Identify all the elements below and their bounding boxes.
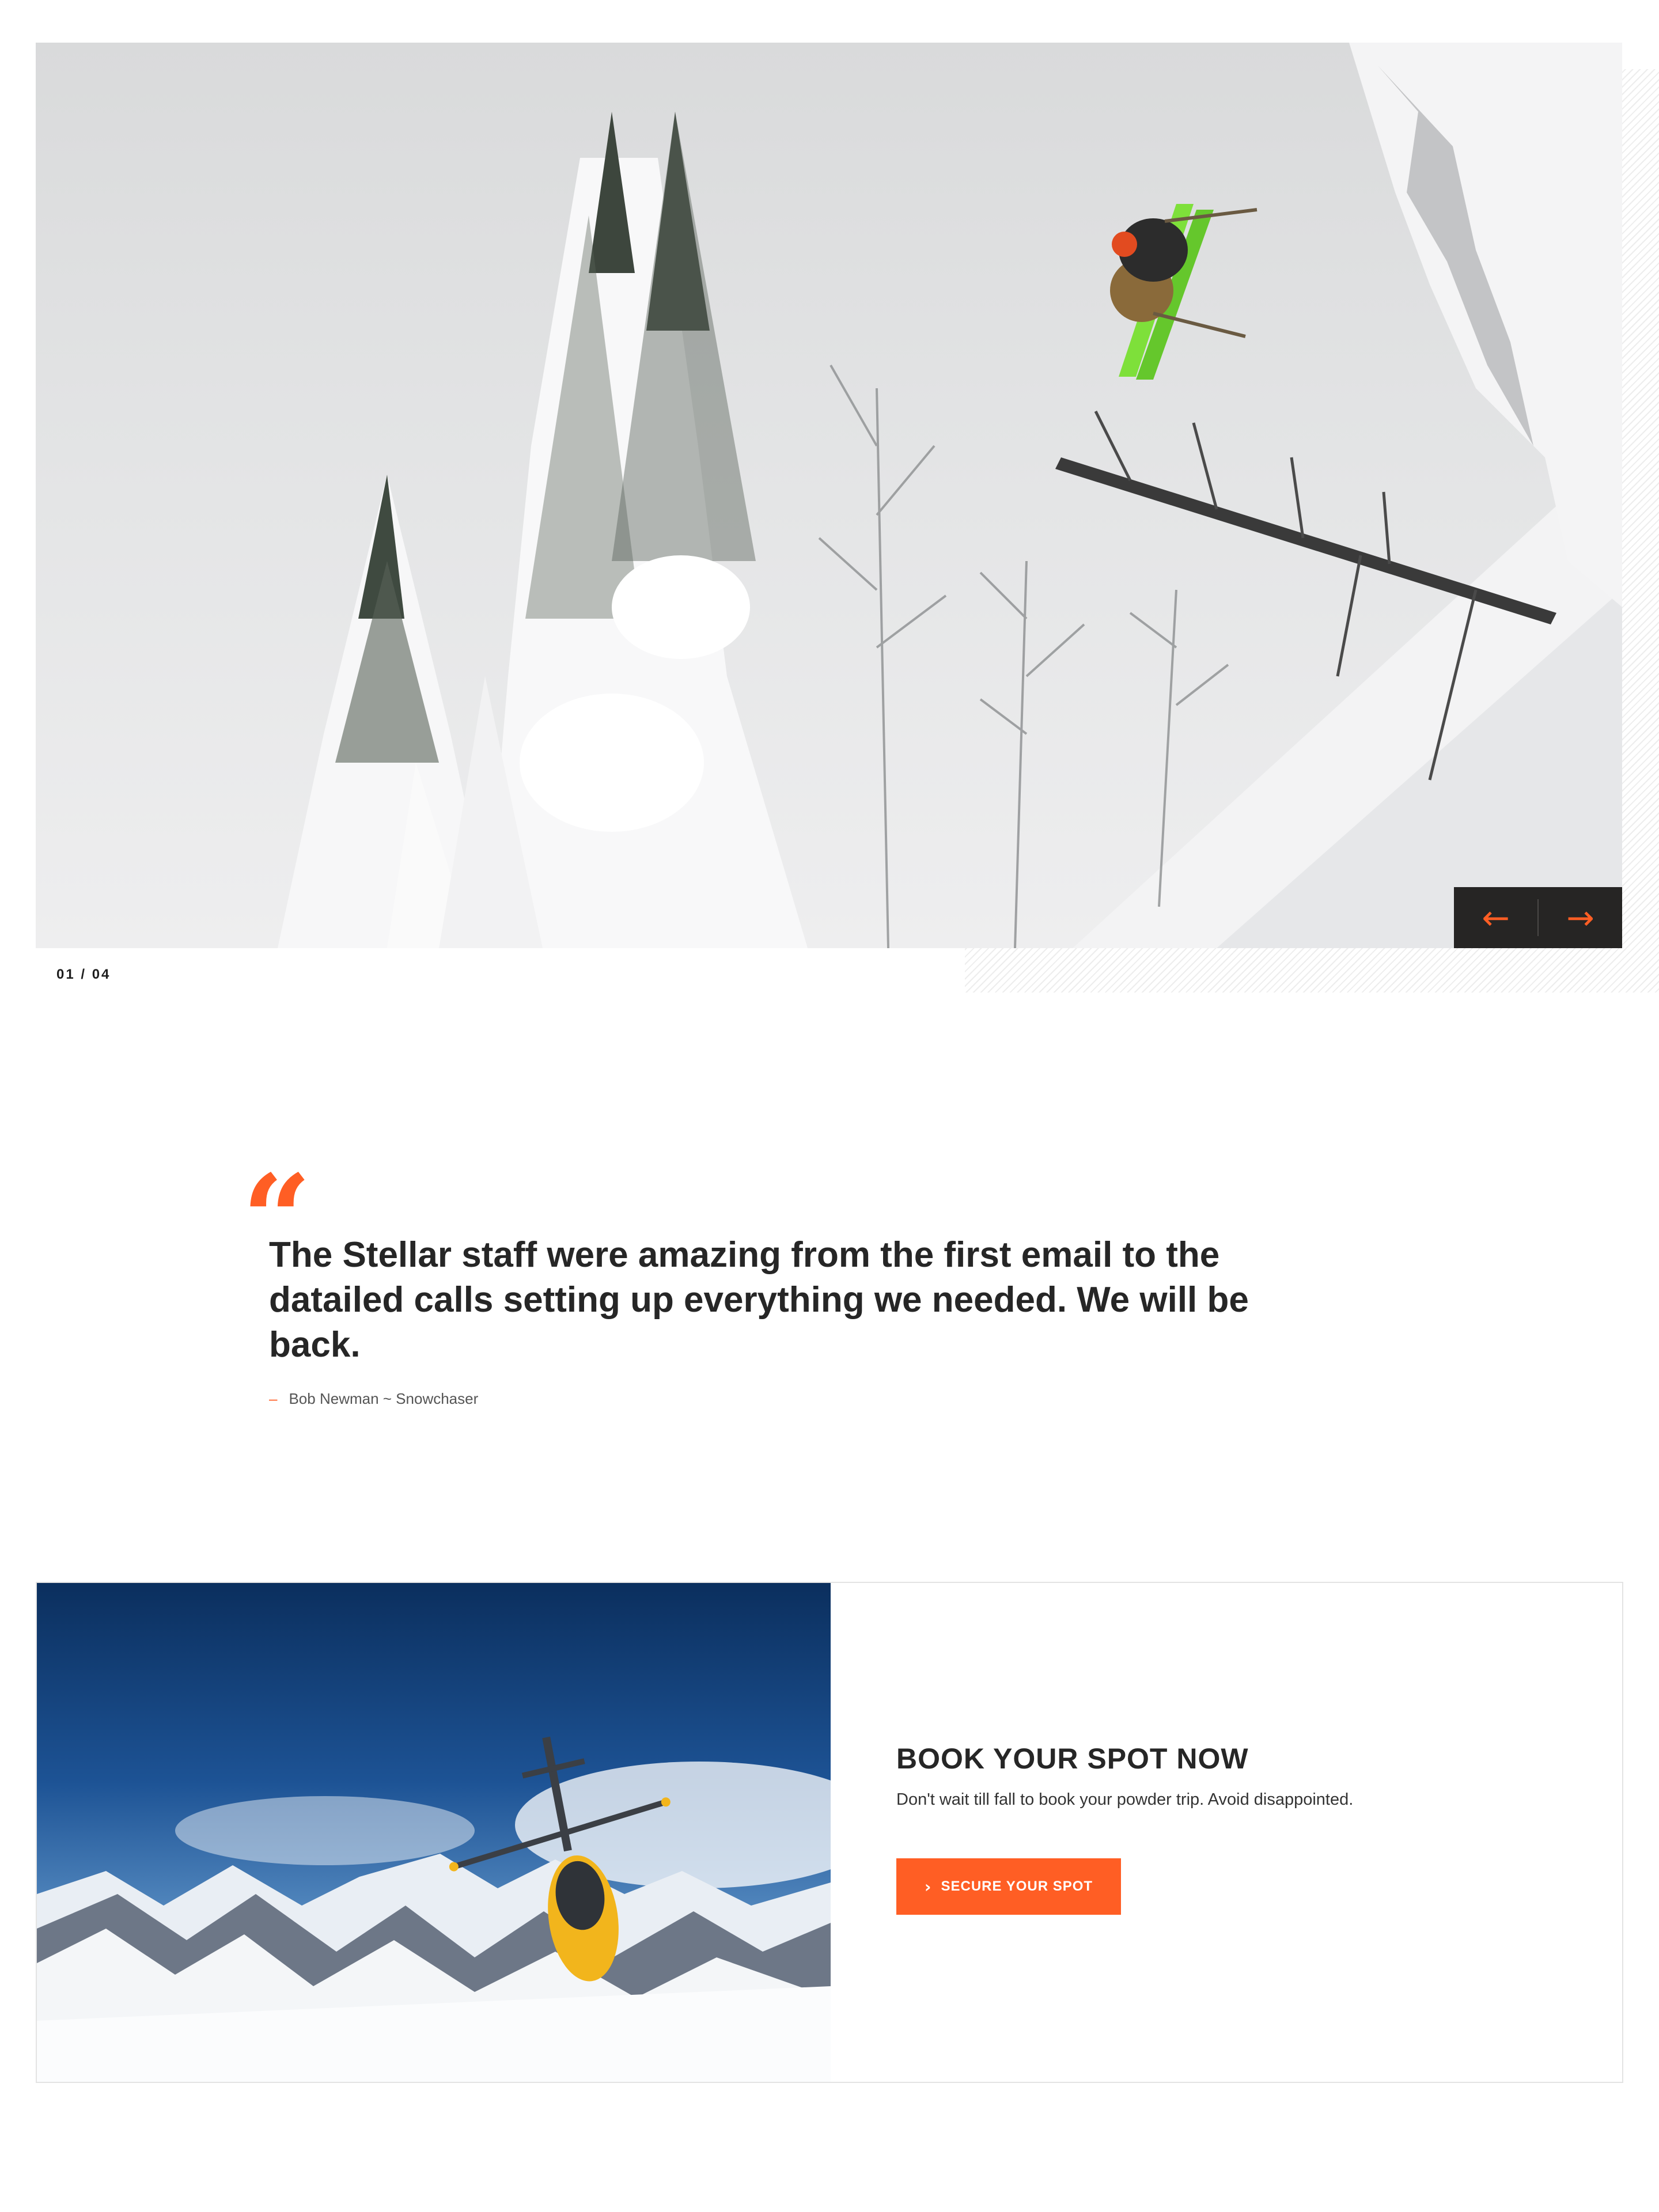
- promo-title: BOOK YOUR SPOT NOW: [896, 1743, 1249, 1775]
- testimonial-author-line: – Bob Newman ~ Snowchaser: [269, 1390, 478, 1408]
- helicopter-photo: [37, 1583, 831, 2082]
- cta-label: SECURE YOUR SPOT: [941, 1878, 1093, 1894]
- promo-description: Don't wait till fall to book your powder…: [896, 1790, 1354, 1809]
- hero-slide-image: [36, 43, 1622, 948]
- skier-photo-illustration: [278, 43, 1622, 948]
- helicopter-photo-illustration: [37, 1736, 831, 2082]
- author-dash: –: [269, 1390, 278, 1407]
- next-arrow-icon[interactable]: →: [1539, 887, 1622, 948]
- slide-counter: 01 / 04: [56, 967, 111, 982]
- testimonial-author: Bob Newman ~ Snowchaser: [289, 1390, 479, 1407]
- booking-promo-card: BOOK YOUR SPOT NOW Don't wait till fall …: [36, 1582, 1623, 2083]
- testimonial-quote: The Stellar staff were amazing from the …: [269, 1235, 1249, 1365]
- slider-navigation: ← →: [1454, 887, 1622, 948]
- secure-your-spot-button[interactable]: › SECURE YOUR SPOT: [896, 1858, 1121, 1915]
- prev-arrow-icon[interactable]: ←: [1454, 887, 1537, 948]
- chevron-right-icon: ›: [924, 1877, 932, 1896]
